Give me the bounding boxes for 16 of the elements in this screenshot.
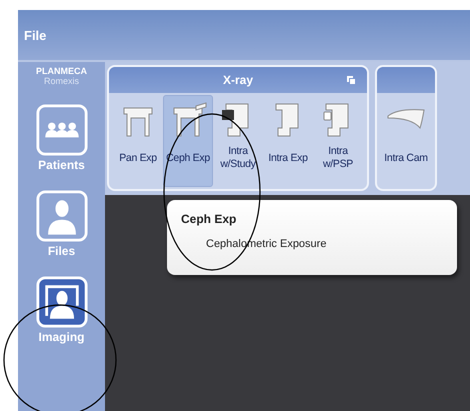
- tool-button[interactable]: Intra w/PSP: [313, 95, 363, 187]
- expand-icon[interactable]: [347, 76, 355, 84]
- brand-logo: PLANMECA: [36, 66, 87, 76]
- tool-button[interactable]: Intra w/Study: [213, 95, 263, 187]
- group-title: X-ray: [222, 73, 254, 87]
- tool-button[interactable]: Intra Cam: [381, 95, 431, 187]
- tool-button[interactable]: Pan Exp: [113, 95, 163, 187]
- group-header: [377, 67, 435, 93]
- people-icon[interactable]: [36, 104, 88, 156]
- tool-button[interactable]: Intra Exp: [263, 95, 313, 187]
- sidebar-label: Patients: [38, 158, 85, 172]
- sidebar-label: Imaging: [38, 330, 84, 344]
- person-icon[interactable]: [36, 276, 88, 328]
- product-name: Romexis: [44, 76, 79, 86]
- sidebar-label: Files: [48, 244, 76, 258]
- tooltip-title: Ceph Exp: [181, 212, 236, 226]
